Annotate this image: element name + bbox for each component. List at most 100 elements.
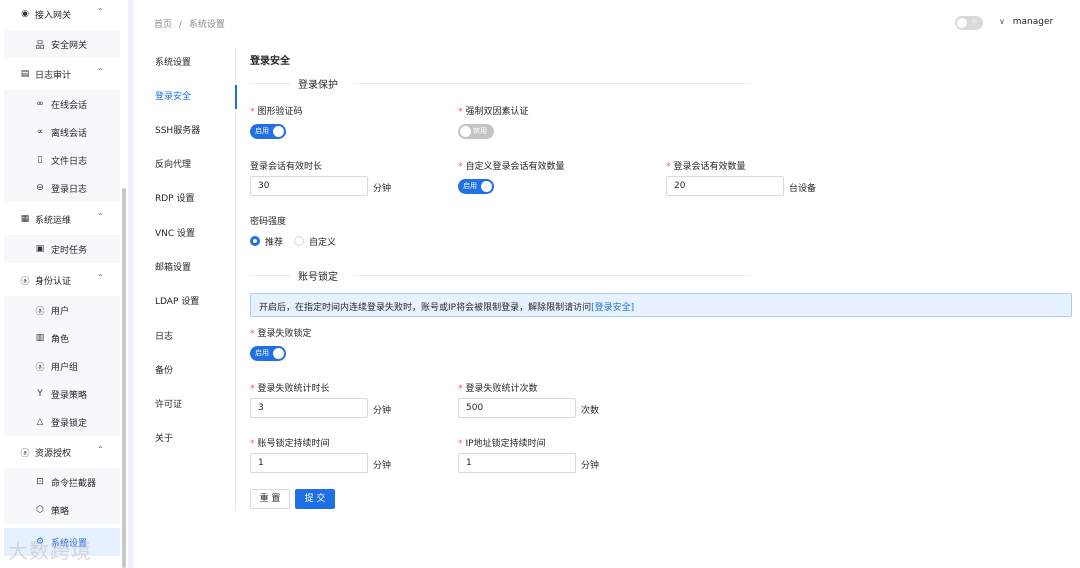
sidebar-item-security-gateway[interactable]: 品 安全网关 xyxy=(4,30,120,58)
tab-login-security[interactable]: 登录安全 xyxy=(155,85,237,109)
link-broken-icon: ∝ xyxy=(36,127,44,137)
sidebar-group-authorization[interactable]: ⓐ 资源授权 ⌃ xyxy=(0,438,120,466)
user-menu[interactable]: ∨ manager xyxy=(999,17,1053,27)
user-icon: ⓐ xyxy=(20,276,30,287)
tab-log[interactable]: 日志 xyxy=(155,328,236,346)
tab-ldap-settings[interactable]: LDAP 设置 xyxy=(155,293,236,311)
sidebar-item-strategy[interactable]: ⬡ 策略 xyxy=(4,496,120,524)
section-account-lock: 账号锁定 xyxy=(250,268,750,283)
session-count-label: * 登录会话有效数量 xyxy=(666,162,746,172)
session-count-input[interactable]: 20 xyxy=(666,176,784,196)
tab-rdp-settings[interactable]: RDP 设置 xyxy=(155,190,236,208)
user-icon: ⓐ xyxy=(35,306,45,317)
tab-license[interactable]: 许可证 xyxy=(155,396,236,414)
account-lock-unit: 分钟 xyxy=(373,461,392,471)
radio-recommended[interactable] xyxy=(250,236,260,246)
file-icon: ▯ xyxy=(37,155,43,165)
tab-backup[interactable]: 备份 xyxy=(155,362,236,380)
tab-ssh-server[interactable]: SSH服务器 xyxy=(155,122,236,140)
login-security-form: 登录安全 登录保护 * 图形验证码 启用 * 强制双因素认证 禁用 登录会话有效时长… xyxy=(250,48,1072,518)
breadcrumb-home[interactable]: 首页 xyxy=(154,20,172,30)
radio-custom[interactable] xyxy=(294,236,304,246)
login-security-link[interactable]: [登录安全] xyxy=(591,303,634,313)
grid-icon: ▦ xyxy=(20,214,30,224)
submit-button[interactable]: 提 交 xyxy=(295,489,335,509)
network-icon: 品 xyxy=(35,40,45,51)
ip-lock-input[interactable]: 1 xyxy=(458,453,576,473)
role-icon: ▥ xyxy=(35,333,45,343)
tab-vnc-settings[interactable]: VNC 设置 xyxy=(155,225,236,243)
fail-window-input[interactable]: 3 xyxy=(250,398,368,418)
sidebar-item-role[interactable]: ▥ 角色 xyxy=(4,324,120,352)
fail-window-label: * 登录失败统计时长 xyxy=(250,384,330,394)
radio-recommended-label: 推荐 xyxy=(265,238,284,248)
sidebar-group-ops[interactable]: ▦ 系统运维 ⌃ xyxy=(0,205,120,233)
ip-lock-label: * IP地址锁定持续时间 xyxy=(458,439,546,449)
sidebar-group-audit[interactable]: ▤ 日志审计 ⌃ xyxy=(0,60,120,88)
sidebar-item-file-log[interactable]: ▯ 文件日志 xyxy=(4,146,120,174)
user-icon: ⓐ xyxy=(20,448,30,459)
lock-switch[interactable]: 启用 xyxy=(250,346,286,361)
custom-session-count-label: * 自定义登录会话有效数量 xyxy=(458,162,565,172)
sidebar: ◉ 接入网关 ⌃ 品 安全网关 ▤ 日志审计 ⌃ ∞ 在线会话 ∝ 离线会话 ▯… xyxy=(0,0,128,568)
main-panel: 首页 / 系统设置 ☼ ∨ manager 系统设置 登录安全 SSH服务器 反… xyxy=(134,0,1080,568)
sidebar-item-login-lock[interactable]: △ 登录锁定 xyxy=(4,408,120,436)
chevron-down-icon: ∨ xyxy=(999,17,1005,26)
radio-custom-label: 自定义 xyxy=(309,238,337,248)
sidebar-item-user-group[interactable]: ⓐ 用户组 xyxy=(4,352,120,380)
fail-count-unit: 次数 xyxy=(581,406,600,416)
captcha-switch[interactable]: 启用 xyxy=(250,124,286,139)
tab-about[interactable]: 关于 xyxy=(155,430,236,448)
custom-session-count-switch[interactable]: 启用 xyxy=(458,179,494,194)
sidebar-item-login-policy[interactable]: Y 登录策略 xyxy=(4,380,120,408)
sidebar-scrollbar[interactable] xyxy=(122,188,126,568)
link-icon: ∞ xyxy=(36,99,44,109)
watermark: 大数跨境 xyxy=(8,539,92,563)
theme-toggle[interactable]: ☼ xyxy=(955,16,983,30)
chevron-up-icon: ⌃ xyxy=(97,67,104,76)
chevron-up-icon: ⌃ xyxy=(97,7,104,16)
session-count-unit: 台设备 xyxy=(789,184,817,194)
sidebar-item-scheduled-task[interactable]: ▣ 定时任务 xyxy=(4,235,120,263)
session-duration-unit: 分钟 xyxy=(373,184,392,194)
sidebar-group-identity[interactable]: ⓐ 身份认证 ⌃ xyxy=(0,266,120,294)
document-icon: ▤ xyxy=(20,69,30,79)
eye-icon: ◉ xyxy=(21,9,29,19)
breadcrumb: 首页 / 系统设置 xyxy=(154,17,229,30)
tab-system-settings[interactable]: 系统设置 xyxy=(155,54,236,72)
sidebar-item-command-filter[interactable]: ⊡ 命令拦截器 xyxy=(4,468,120,496)
breadcrumb-separator: / xyxy=(178,20,182,30)
mfa-switch[interactable]: 禁用 xyxy=(458,124,494,139)
tab-reverse-proxy[interactable]: 反向代理 xyxy=(155,156,236,174)
chevron-up-icon: ⌃ xyxy=(97,445,104,454)
info-alert: 开启后，在指定时间内连续登录失败时，账号或IP将会被限制登录，解除限制请访问[登… xyxy=(250,293,1072,317)
fail-count-label: * 登录失败统计次数 xyxy=(458,384,538,394)
tab-mail-settings[interactable]: 邮箱设置 xyxy=(155,259,236,277)
chevron-up-icon: ⌃ xyxy=(97,212,104,221)
sidebar-item-user[interactable]: ⓐ 用户 xyxy=(4,296,120,324)
account-lock-input[interactable]: 1 xyxy=(250,453,368,473)
breadcrumb-current: 系统设置 xyxy=(188,20,225,30)
sidebar-item-offline-session[interactable]: ∝ 离线会话 xyxy=(4,118,120,146)
fail-count-input[interactable]: 500 xyxy=(458,398,576,418)
chevron-up-icon: ⌃ xyxy=(97,273,104,282)
username: manager xyxy=(1012,17,1054,27)
mfa-label: * 强制双因素认证 xyxy=(458,107,529,117)
settings-nav: 系统设置 登录安全 SSH服务器 反向代理 RDP 设置 VNC 设置 邮箱设置… xyxy=(134,48,237,510)
sidebar-group-gateway[interactable]: ◉ 接入网关 ⌃ xyxy=(0,0,120,28)
terminal-icon: ⊡ xyxy=(36,477,44,487)
login-icon: ⊖ xyxy=(36,183,44,193)
account-lock-label: * 账号锁定持续时间 xyxy=(250,439,330,449)
session-duration-label: 登录会话有效时长 xyxy=(250,162,323,172)
branch-icon: Y xyxy=(37,389,43,399)
section-login-protection: 登录保护 xyxy=(250,76,750,91)
reset-button[interactable]: 重 置 xyxy=(250,489,290,509)
users-icon: ⓐ xyxy=(35,362,45,373)
calendar-icon: ▣ xyxy=(35,244,45,254)
sidebar-item-login-log[interactable]: ⊖ 登录日志 xyxy=(4,174,120,202)
session-duration-input[interactable]: 30 xyxy=(250,176,368,196)
shield-icon: ⬡ xyxy=(36,505,44,515)
sidebar-item-online-session[interactable]: ∞ 在线会话 xyxy=(4,90,120,118)
password-strength-label: 密码强度 xyxy=(250,217,287,227)
captcha-label: * 图形验证码 xyxy=(250,107,303,117)
